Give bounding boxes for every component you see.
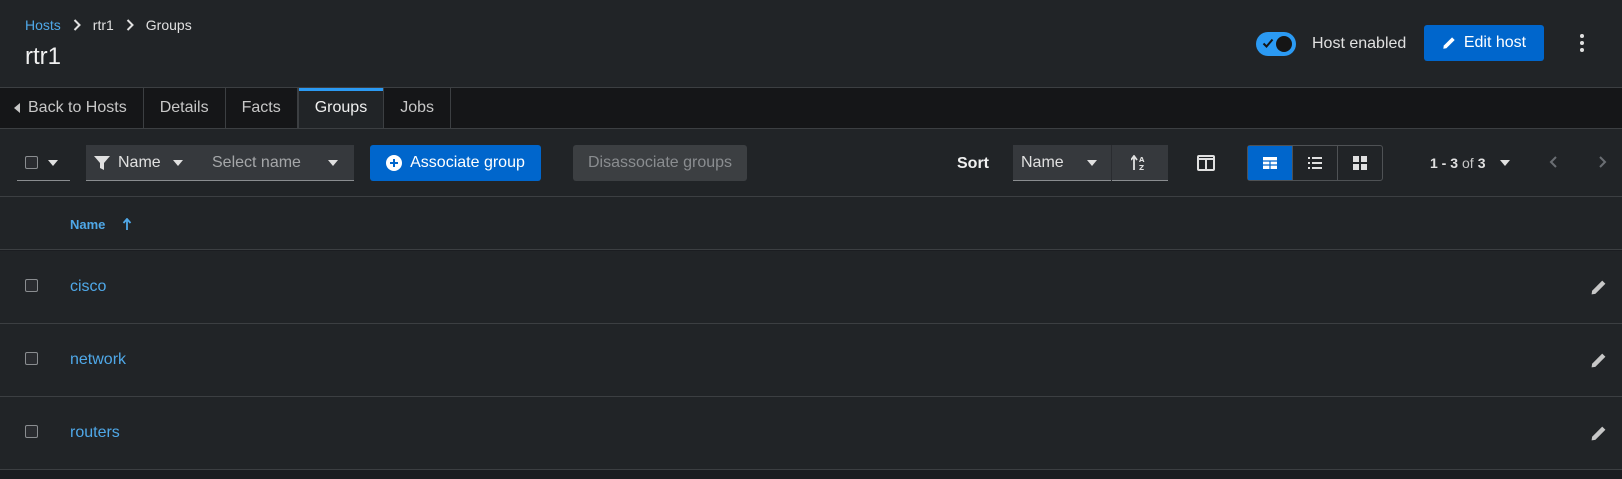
breadcrumb-hosts-link[interactable]: Hosts	[25, 17, 61, 33]
pencil-icon[interactable]	[1590, 425, 1607, 442]
table-row: routers	[0, 397, 1622, 470]
chevron-right-icon	[73, 19, 81, 31]
group-name-link[interactable]: network	[70, 351, 126, 369]
kebab-menu-icon[interactable]	[1575, 32, 1589, 54]
group-name-link[interactable]: routers	[70, 424, 120, 442]
table-view-button[interactable]	[1248, 146, 1293, 180]
filter-placeholder: Select name	[212, 153, 301, 171]
disassociate-groups-button[interactable]: Disassociate groups	[573, 145, 747, 181]
svg-text:A: A	[1139, 156, 1145, 164]
previous-page-icon[interactable]	[1549, 155, 1559, 169]
sort-field-select[interactable]: Name	[1013, 144, 1112, 181]
toggle-knob	[1276, 36, 1292, 52]
caret-down-icon	[1499, 160, 1510, 166]
tab-label: Jobs	[400, 99, 434, 116]
pencil-icon[interactable]	[1590, 352, 1607, 369]
row-checkbox[interactable]	[25, 352, 38, 365]
sort-label: Sort	[957, 155, 989, 172]
tab-label: Back to Hosts	[28, 99, 127, 116]
column-header-label: Name	[70, 217, 106, 232]
group-name-link[interactable]: cisco	[70, 278, 106, 296]
plus-circle-icon	[386, 155, 403, 171]
host-enabled-toggle[interactable]	[1256, 32, 1296, 56]
caret-down-icon	[172, 159, 183, 166]
page-title: rtr1	[25, 43, 61, 70]
host-enabled-label: Host enabled	[1312, 35, 1407, 52]
toolbar: Name Select name Associate group Disasso…	[0, 129, 1622, 197]
caret-down-icon	[328, 159, 338, 166]
filter-value-select[interactable]: Select name	[212, 154, 354, 172]
bulk-select-dropdown[interactable]	[17, 145, 70, 181]
table-row: network	[0, 324, 1622, 397]
tab-details[interactable]: Details	[144, 88, 226, 128]
pagination-range: 1 - 3	[1430, 155, 1459, 171]
associate-group-button[interactable]: Associate group	[370, 145, 541, 181]
columns-icon[interactable]	[1196, 153, 1216, 173]
edit-host-button[interactable]: Edit host	[1424, 25, 1544, 61]
filter-attribute-label: Name	[118, 153, 161, 171]
tab-bar: Back to Hosts Details Facts Groups Jobs	[0, 88, 1622, 129]
tab-label: Facts	[241, 99, 281, 116]
caret-down-icon	[48, 159, 58, 166]
sort-field-label: Name	[1021, 153, 1064, 171]
breadcrumb-host-link[interactable]: rtr1	[93, 17, 114, 33]
chevron-right-icon	[126, 19, 134, 31]
page-bottom	[0, 470, 1622, 479]
tab-jobs[interactable]: Jobs	[384, 88, 451, 128]
list-view-button[interactable]	[1293, 146, 1338, 180]
tab-back-to-hosts[interactable]: Back to Hosts	[0, 88, 144, 128]
edit-host-label: Edit host	[1463, 34, 1527, 51]
sort-direction-button[interactable]: A Z	[1112, 145, 1168, 181]
check-icon	[1262, 38, 1274, 48]
associate-group-label: Associate group	[410, 154, 525, 171]
next-page-icon[interactable]	[1597, 155, 1607, 169]
table-header: Name	[0, 197, 1622, 250]
sort-alpha-asc-icon: A Z	[1131, 154, 1145, 171]
caret-down-icon	[1087, 159, 1097, 166]
grid-view-button[interactable]	[1338, 146, 1382, 180]
tab-label: Details	[159, 99, 209, 116]
page-header: Hosts rtr1 Groups rtr1 Host enabled Edit…	[0, 0, 1622, 88]
tab-facts[interactable]: Facts	[226, 88, 298, 128]
pencil-icon[interactable]	[1590, 279, 1607, 296]
sort-arrow-up-icon	[123, 218, 132, 230]
breadcrumb-current: Groups	[145, 17, 192, 33]
tab-groups[interactable]: Groups	[297, 88, 385, 128]
select-all-checkbox[interactable]	[25, 156, 38, 169]
caret-left-icon	[14, 103, 20, 113]
row-checkbox[interactable]	[25, 279, 38, 292]
table-view-icon	[1263, 157, 1277, 169]
column-header-name[interactable]: Name	[70, 217, 132, 232]
list-view-icon	[1308, 157, 1322, 169]
filter-attribute-select[interactable]: Name	[86, 154, 206, 172]
row-checkbox[interactable]	[25, 425, 38, 438]
pencil-icon	[1443, 37, 1455, 49]
sort-control: Name A Z	[1013, 144, 1168, 181]
view-toggle-group	[1247, 145, 1383, 181]
tab-label: Groups	[314, 99, 368, 116]
pagination-toggle[interactable]: 1 - 3 of 3	[1430, 155, 1510, 171]
pagination-of: of	[1462, 155, 1474, 171]
filter-icon	[94, 155, 110, 170]
table-row: cisco	[0, 251, 1622, 324]
grid-view-icon	[1353, 156, 1367, 170]
breadcrumb: Hosts rtr1 Groups	[25, 17, 192, 33]
pagination-total: 3	[1477, 155, 1486, 171]
filter-group: Name Select name	[86, 145, 354, 181]
svg-text:Z: Z	[1139, 164, 1144, 171]
